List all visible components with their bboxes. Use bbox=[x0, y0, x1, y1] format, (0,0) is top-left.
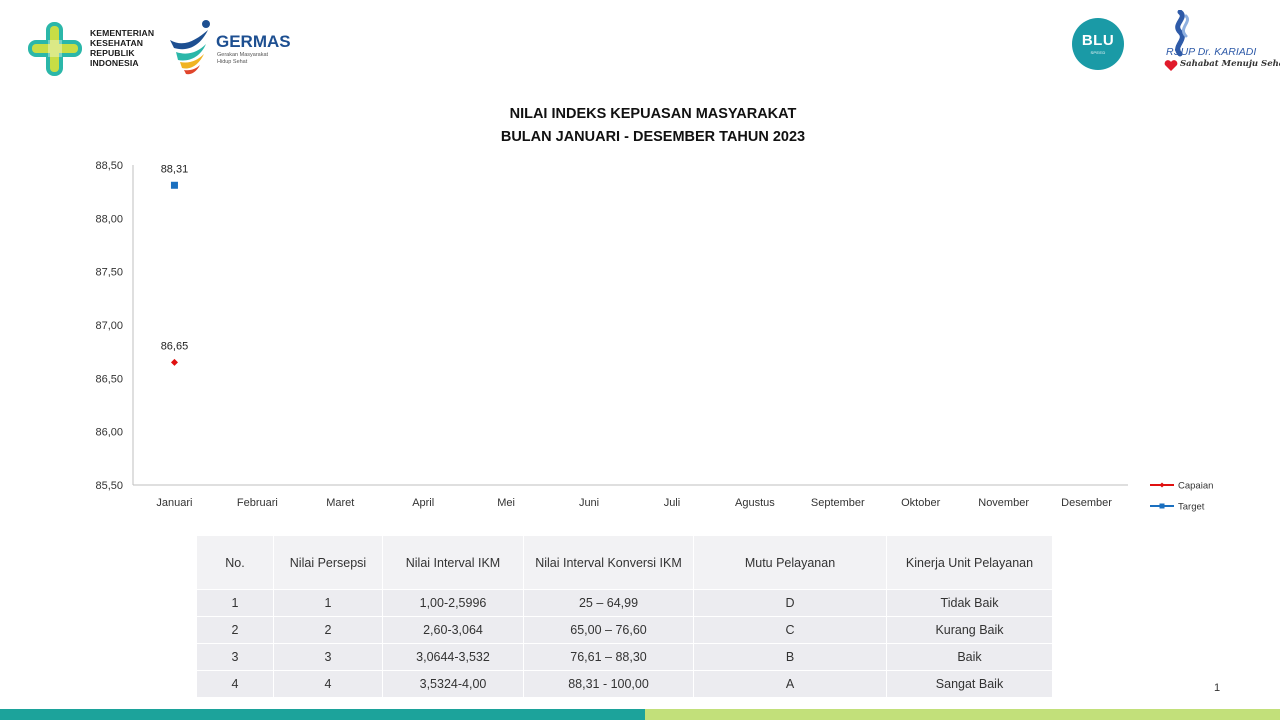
table-cell: 1,00-2,5996 bbox=[382, 589, 524, 617]
data-label-capaian: 86,65 bbox=[161, 340, 189, 352]
table-cell: 1 bbox=[273, 589, 383, 617]
heart-icon bbox=[1164, 60, 1178, 71]
table-cell: 2 bbox=[196, 616, 274, 644]
table-cell: 3 bbox=[196, 643, 274, 671]
line-chart: 85,50 86,00 86,50 87,00 87,50 88,00 88,50 Janua… bbox=[95, 160, 1213, 513]
table-header-cell: Nilai Interval Konversi IKM bbox=[523, 535, 694, 590]
table-row: 4 4 3,5324-4,00 88,31 - 100,00 A Sangat … bbox=[196, 670, 1053, 698]
table-cell: 3,0644-3,532 bbox=[382, 643, 524, 671]
table-cell: 1 bbox=[196, 589, 274, 617]
table-cell: 88,31 - 100,00 bbox=[523, 670, 694, 698]
y-tick-label: 88,00 bbox=[95, 213, 123, 225]
x-tick-label: September bbox=[811, 497, 865, 509]
x-tick-label: Oktober bbox=[901, 497, 940, 509]
data-point-target bbox=[170, 181, 178, 189]
footer-bar-lime bbox=[645, 709, 1280, 720]
x-tick-label: Juli bbox=[664, 497, 681, 509]
blu-logo: BLU SPEED bbox=[1072, 18, 1124, 70]
header-logos-left: KEMENTERIAN KESEHATAN REPUBLIK INDONESIA… bbox=[26, 18, 306, 80]
table-header-cell: Kinerja Unit Pelayanan bbox=[886, 535, 1053, 590]
table-cell: 65,00 – 76,60 bbox=[523, 616, 694, 644]
legend-label-capaian: Capaian bbox=[1178, 481, 1213, 492]
x-tick-label: April bbox=[412, 497, 434, 509]
table-row: 3 3 3,0644-3,532 76,61 – 88,30 B Baik bbox=[196, 643, 1053, 671]
chart-title-line2: BULAN JANUARI - DESEMBER TAHUN 2023 bbox=[500, 129, 806, 145]
blu-text: BLU bbox=[1081, 32, 1115, 49]
y-tick-label: 87,50 bbox=[95, 267, 123, 279]
table-cell: 3,5324-4,00 bbox=[382, 670, 524, 698]
x-tick-label: Maret bbox=[326, 497, 354, 509]
table-cell: D bbox=[693, 589, 887, 617]
table-cell: 4 bbox=[196, 670, 274, 698]
table-cell: Kurang Baik bbox=[886, 616, 1053, 644]
table-header-row: No. Nilai Persepsi Nilai Interval IKM Ni… bbox=[196, 535, 1053, 590]
x-tick-label: Januari bbox=[156, 497, 192, 509]
kemenkes-logo-icon bbox=[28, 22, 82, 76]
y-tick-label: 85,50 bbox=[95, 480, 123, 492]
rsup-name: RSUP Dr. KARIADI bbox=[1166, 46, 1257, 58]
legend-label-target: Target bbox=[1178, 502, 1205, 513]
legend-marker-capaian bbox=[1159, 482, 1165, 488]
y-tick-label: 87,00 bbox=[95, 320, 123, 332]
table-cell: Baik bbox=[886, 643, 1053, 671]
table-cell: Sangat Baik bbox=[886, 670, 1053, 698]
table-cell: 2 bbox=[273, 616, 383, 644]
table-row: 1 1 1,00-2,5996 25 – 64,99 D Tidak Baik bbox=[196, 589, 1053, 617]
table-cell: B bbox=[693, 643, 887, 671]
x-tick-label: Februari bbox=[237, 497, 278, 509]
x-tick-label: Desember bbox=[1061, 497, 1112, 509]
table-cell: C bbox=[693, 616, 887, 644]
x-tick-label: Juni bbox=[579, 497, 599, 509]
chart-title-line1: NILAI INDEKS KEPUASAN MASYARAKAT bbox=[509, 106, 797, 122]
table-cell: A bbox=[693, 670, 887, 698]
table-cell: 2,60-3,064 bbox=[382, 616, 524, 644]
table-cell: 25 – 64,99 bbox=[523, 589, 694, 617]
table-cell: 76,61 – 88,30 bbox=[523, 643, 694, 671]
table-header-cell: Nilai Interval IKM bbox=[382, 535, 524, 590]
germas-logo-icon bbox=[170, 20, 210, 75]
x-tick-label: Mei bbox=[497, 497, 515, 509]
y-tick-label: 86,50 bbox=[95, 373, 123, 385]
x-tick-label: Agustus bbox=[735, 497, 775, 509]
table-row: 2 2 2,60-3,064 65,00 – 76,60 C Kurang Ba… bbox=[196, 616, 1053, 644]
table-header-cell: No. bbox=[196, 535, 274, 590]
legend-marker-target bbox=[1159, 503, 1165, 509]
blu-subtext: SPEED bbox=[1090, 50, 1106, 55]
rsup-tagline: Sahabat Menuju Sehat bbox=[1180, 59, 1280, 69]
y-tick-label: 88,50 bbox=[95, 160, 123, 172]
germas-subtitle: Gerakan Masyarakat Hidup Sehat bbox=[217, 52, 269, 65]
footer-bar-teal bbox=[0, 709, 645, 720]
table-header-cell: Mutu Pelayanan bbox=[693, 535, 887, 590]
x-tick-label: November bbox=[978, 497, 1029, 509]
header-logos-right: BLU SPEED RSUP Dr. KARIADI Sahabat Menuj… bbox=[1056, 10, 1280, 76]
y-tick-label: 86,00 bbox=[95, 427, 123, 439]
data-label-target: 88,31 bbox=[161, 163, 189, 175]
kemenkes-name: KEMENTERIAN KESEHATAN REPUBLIK INDONESIA bbox=[90, 28, 155, 68]
page-number: 1 bbox=[1214, 682, 1221, 694]
table-header-cell: Nilai Persepsi bbox=[273, 535, 383, 590]
germas-title: GERMAS bbox=[216, 32, 291, 51]
table-cell: 4 bbox=[273, 670, 383, 698]
ikm-table: No. Nilai Persepsi Nilai Interval IKM Ni… bbox=[196, 535, 1053, 698]
table-cell: 3 bbox=[273, 643, 383, 671]
table-cell: Tidak Baik bbox=[886, 589, 1053, 617]
data-point-capaian bbox=[170, 358, 178, 366]
